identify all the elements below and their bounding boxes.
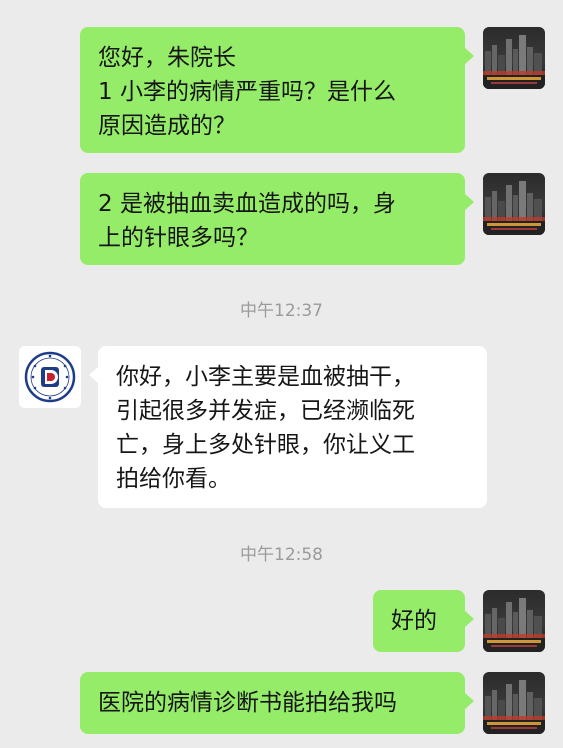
my-avatar[interactable]	[483, 173, 545, 235]
timestamp: 中午12:58	[240, 545, 323, 565]
message-line: 你好，小李主要是血被抽干，	[116, 364, 415, 390]
my-message-bubble[interactable]: 2 是被抽血卖血造成的吗，身 上的针眼多吗？	[80, 173, 474, 265]
my-message-bubble[interactable]: 好的	[373, 590, 474, 652]
hospital-logo-avatar-icon	[19, 346, 81, 408]
my-message-bubble[interactable]: 医院的病情诊断书能拍给我吗	[80, 672, 474, 734]
my-avatar[interactable]	[483, 27, 545, 89]
their-avatar[interactable]	[19, 346, 81, 408]
message-line: 好的	[391, 608, 437, 634]
city-skyline-avatar-icon	[483, 27, 545, 89]
message-line: 引起很多并发症，已经濒临死	[116, 398, 415, 424]
my-avatar[interactable]	[483, 672, 545, 734]
message-line: 上的针眼多吗？	[98, 225, 259, 251]
their-message-bubble[interactable]: 你好，小李主要是血被抽干， 引起很多并发症，已经濒临死 亡，身上多处针眼，你让义…	[89, 346, 487, 508]
message-line: 亡，身上多处针眼，你让义工	[116, 432, 415, 458]
city-skyline-avatar-icon	[483, 173, 545, 235]
message-line: 您好，朱院长	[98, 45, 236, 71]
my-message-bubble[interactable]: 您好，朱院长 1 小李的病情严重吗？是什么 原因造成的？	[80, 27, 474, 153]
message-line: 原因造成的？	[98, 113, 236, 139]
chat-area[interactable]: 您好，朱院长 1 小李的病情严重吗？是什么 原因造成的？ 2 是被抽血卖血造成的…	[0, 0, 563, 748]
message-line: 拍给你看。	[116, 466, 231, 492]
city-skyline-avatar-icon	[483, 590, 545, 652]
my-avatar[interactable]	[483, 590, 545, 652]
city-skyline-avatar-icon	[483, 672, 545, 734]
message-line: 医院的病情诊断书能拍给我吗	[98, 690, 397, 716]
message-line: 2 是被抽血卖血造成的吗，身	[98, 191, 396, 217]
message-line: 1 小李的病情严重吗？是什么	[98, 79, 396, 105]
timestamp: 中午12:37	[240, 301, 323, 321]
